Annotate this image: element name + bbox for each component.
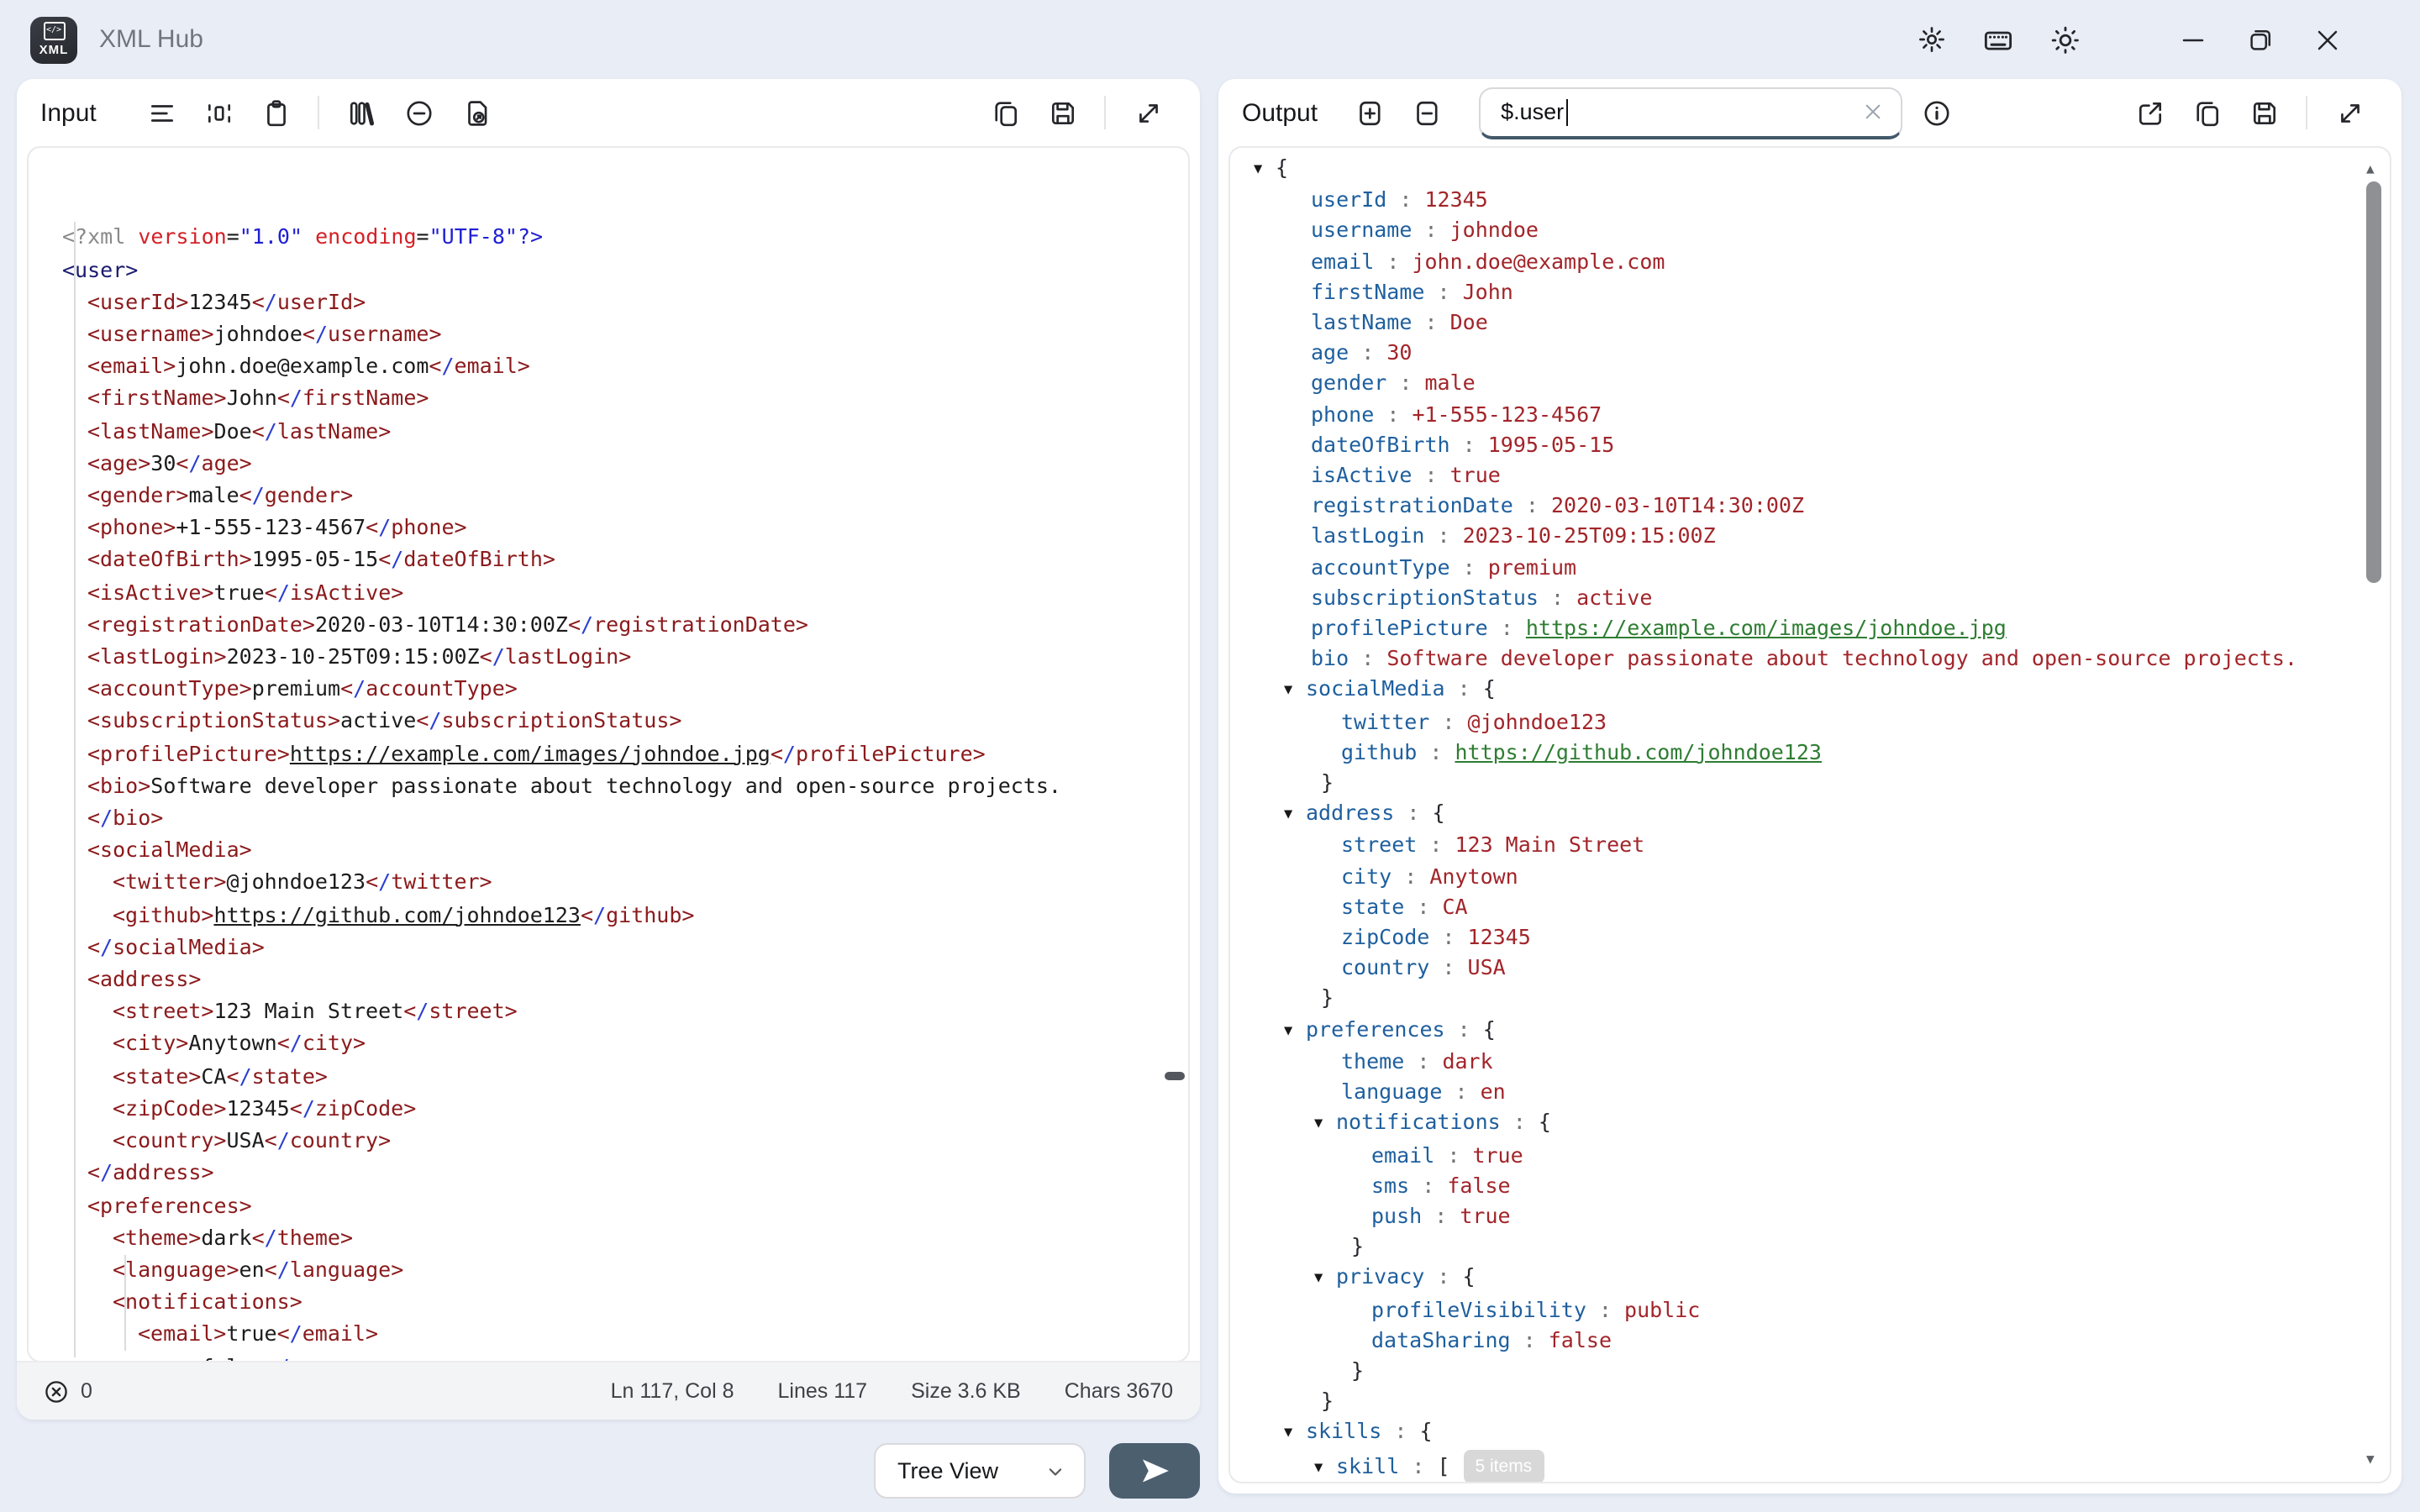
expand-input-icon[interactable] <box>1134 98 1162 127</box>
save-output-icon[interactable] <box>2249 98 2278 127</box>
clear-search-icon[interactable] <box>1862 101 1884 123</box>
error-circle-icon <box>44 1378 69 1404</box>
scrollbar-thumb[interactable] <box>2366 181 2381 583</box>
xml-editor[interactable]: <?xml version="1.0" encoding="UTF-8"?><u… <box>27 146 1190 1362</box>
indent-guide <box>124 1255 126 1351</box>
jsonpath-search-input[interactable]: $.user <box>1479 87 1902 139</box>
search-value: $.user <box>1501 99 1564 124</box>
expand-output-icon[interactable] <box>2335 98 2364 127</box>
text-caret <box>1565 98 1568 125</box>
input-panel: Input <box>17 79 1200 1420</box>
copy-input-icon[interactable] <box>991 98 1019 127</box>
output-scrollbar[interactable]: ▲ ▼ <box>2365 151 2385 1478</box>
format-icon[interactable] <box>148 98 176 127</box>
maximize-button[interactable] <box>2245 24 2275 55</box>
collapse-all-icon[interactable] <box>1413 98 1441 127</box>
scroll-down-icon[interactable]: ▼ <box>2366 1445 2375 1475</box>
expand-all-icon[interactable] <box>1355 98 1384 127</box>
paste-icon[interactable] <box>262 98 291 127</box>
keyboard-icon[interactable] <box>1983 24 2013 55</box>
json-tree-view[interactable]: ▼{userId : 12345username : johndoeemail … <box>1228 146 2391 1483</box>
save-input-icon[interactable] <box>1048 98 1076 127</box>
load-sample-icon[interactable] <box>462 98 491 127</box>
output-panel: Output $.user <box>1218 79 2402 1494</box>
char-count: Chars 3670 <box>1065 1379 1173 1403</box>
chevron-down-icon <box>1044 1459 1067 1483</box>
input-toolbar: Input <box>17 79 1200 146</box>
indent-guide <box>74 222 76 1357</box>
toolbar-divider <box>1104 96 1106 129</box>
toolbar-divider <box>2306 96 2307 129</box>
library-icon[interactable] <box>348 98 376 127</box>
input-statusbar: 0 Ln 117, Col 8 Lines 117 Size 3.6 KB Ch… <box>17 1361 1200 1420</box>
settings-gear-icon[interactable] <box>1916 24 1946 55</box>
toolbar-divider <box>318 96 320 129</box>
view-mode-value: Tree View <box>897 1458 998 1483</box>
minify-icon[interactable] <box>205 98 234 127</box>
output-toolbar: Output $.user <box>1218 79 2402 146</box>
line-count: Lines 117 <box>778 1379 868 1403</box>
theme-light-icon[interactable] <box>2050 24 2081 55</box>
error-count: 0 <box>81 1379 92 1403</box>
cursor-position: Ln 117, Col 8 <box>611 1379 734 1403</box>
input-label: Input <box>40 98 97 127</box>
convert-send-button[interactable] <box>1109 1443 1200 1499</box>
view-mode-select[interactable]: Tree View <box>874 1443 1086 1499</box>
scroll-up-icon[interactable]: ▲ <box>2366 155 2375 185</box>
share-icon[interactable] <box>2135 98 2164 127</box>
xml-doc-icon: </> <box>43 22 65 40</box>
editor-scrollbar-thumb[interactable] <box>1165 1072 1185 1080</box>
info-icon[interactable] <box>1923 98 1951 127</box>
app-logo: </> XML <box>30 16 77 63</box>
titlebar: </> XML XML Hub <box>0 0 2420 79</box>
close-button[interactable] <box>2312 24 2343 55</box>
output-label: Output <box>1242 98 1318 127</box>
link-icon[interactable] <box>405 98 434 127</box>
minimize-button[interactable] <box>2178 24 2208 55</box>
copy-output-icon[interactable] <box>2192 98 2221 127</box>
logo-label: XML <box>39 43 69 58</box>
editor-lines: <?xml version="1.0" encoding="UTF-8"?><u… <box>62 221 1188 1362</box>
tree-rows: ▼{userId : 12345username : johndoeemail … <box>1230 153 2390 1483</box>
app-window: </> XML XML Hub <box>0 0 2420 1512</box>
send-icon <box>1139 1455 1171 1487</box>
footer-controls: Tree View <box>17 1443 1200 1499</box>
app-title: XML Hub <box>99 25 203 54</box>
file-size: Size 3.6 KB <box>911 1379 1021 1403</box>
